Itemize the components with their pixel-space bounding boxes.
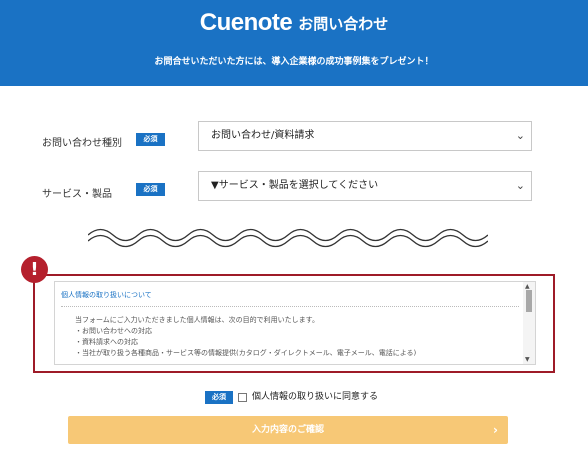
chevron-down-icon: ⌄ [515, 129, 525, 142]
agree-checkbox[interactable] [238, 393, 247, 402]
privacy-line: ・お問い合わせへの対応 [75, 327, 152, 335]
page-title: お問い合わせ [298, 14, 389, 33]
required-badge: 必須 [136, 183, 165, 196]
page-header: Cuenote お問い合わせ お問合せいただいた方には、導入企業様の成功事例集をプ… [0, 0, 588, 86]
required-badge: 必須 [205, 391, 233, 404]
inquiry-type-select[interactable]: お問い合わせ/資料請求 ⌄ [198, 121, 532, 151]
inquiry-type-label: お問い合わせ種別 [42, 138, 122, 149]
confirm-button-label: 入力内容のご確認 [251, 425, 324, 435]
service-value: ▼サービス・製品を選択してください [211, 180, 379, 191]
omission-wave [88, 228, 488, 248]
privacy-line: ・資料請求への対応 [75, 338, 138, 346]
scroll-up-icon[interactable]: ▲ [525, 283, 530, 290]
confirm-button[interactable]: 入力内容のご確認 › [68, 416, 508, 444]
privacy-divider [61, 306, 519, 307]
inquiry-type-value: お問い合わせ/資料請求 [211, 130, 315, 141]
required-badge: 必須 [136, 133, 165, 146]
privacy-line: ・当社が取り扱う各種商品・サービス等の情報提供(カタログ・ダイレクトメール、電子… [75, 349, 417, 357]
agree-label[interactable]: 個人情報の取り扱いに同意する [252, 391, 378, 404]
privacy-policy-box[interactable]: 個人情報の取り扱いについて 当フォームにご入力いただきました個人情報は、次の目的… [54, 281, 536, 365]
chevron-right-icon: › [493, 423, 498, 437]
privacy-title: 個人情報の取り扱いについて [61, 291, 152, 299]
scroll-down-icon[interactable]: ▼ [525, 356, 530, 363]
service-label: サービス・製品 [42, 189, 112, 200]
privacy-scrollbar[interactable]: ▲ ▼ [523, 282, 535, 364]
chevron-down-icon: ⌄ [515, 179, 525, 192]
cuenote-logo: Cuenote [199, 9, 293, 36]
logo-row: Cuenote お問い合わせ [0, 9, 588, 37]
warning-icon: ! [21, 256, 48, 283]
service-select[interactable]: ▼サービス・製品を選択してください ⌄ [198, 171, 532, 201]
scroll-thumb[interactable] [526, 290, 532, 312]
header-tagline: お問合せいただいた方には、導入企業様の成功事例集をプレゼント！ [154, 57, 434, 67]
privacy-line: 当フォームにご入力いただきました個人情報は、次の目的で利用いたします。 [75, 316, 319, 324]
